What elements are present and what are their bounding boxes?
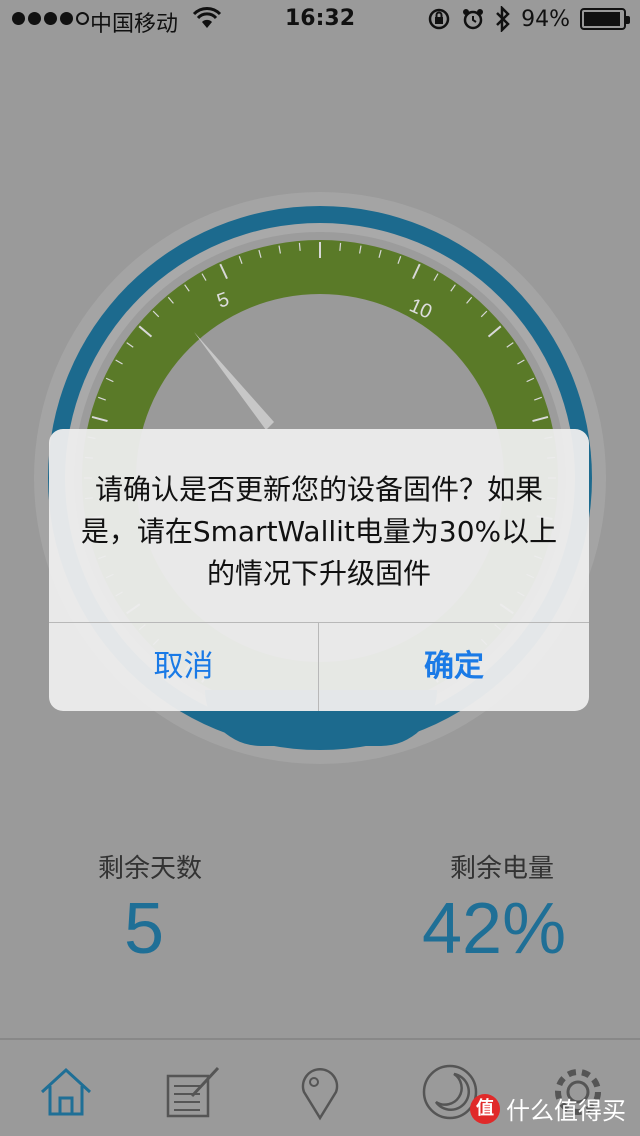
alert-message-line-3: 的情况下升级固件 <box>206 557 431 590</box>
watermark: 值 什么值得买 <box>470 1091 626 1126</box>
battery-icon <box>580 8 630 30</box>
location-icon[interactable] <box>290 1062 350 1122</box>
gauge-tick <box>339 242 342 251</box>
alert-message-line-2: 是，请在SmartWallit电量为30%以上 <box>80 515 558 548</box>
remaining-days-label: 剩余天数 <box>98 854 203 884</box>
alarm-icon <box>463 9 484 30</box>
remaining-battery-label: 剩余电量 <box>450 854 555 884</box>
home-icon[interactable] <box>36 1062 96 1122</box>
app-screen: 中国移动 16:32 94% 5 10 剩余天数 5 剩余电量 42% 值 什么… <box>0 0 640 1136</box>
notes-icon[interactable] <box>162 1062 222 1122</box>
remaining-battery-value: 42% <box>422 889 567 969</box>
watermark-badge: 值 <box>470 1093 500 1124</box>
battery-fill <box>584 12 620 26</box>
alert-message-line-1: 请确认是否更新您的设备固件？如果 <box>94 473 543 506</box>
battery-percent: 94% <box>521 6 570 32</box>
confirm-button[interactable]: 确定 <box>319 623 589 711</box>
cancel-button[interactable]: 取消 <box>49 623 318 711</box>
gauge-tick <box>298 242 301 251</box>
remaining-days-value: 5 <box>124 889 165 969</box>
alert-message: 请确认是否更新您的设备固件？如果 是，请在SmartWallit电量为30%以上… <box>73 469 565 595</box>
watermark-text: 什么值得买 <box>506 1097 626 1125</box>
firmware-update-alert: 请确认是否更新您的设备固件？如果 是，请在SmartWallit电量为30%以上… <box>49 429 589 711</box>
status-bar: 中国移动 16:32 94% <box>0 0 640 40</box>
rotation-lock-icon <box>428 8 450 30</box>
bluetooth-icon <box>496 6 510 32</box>
